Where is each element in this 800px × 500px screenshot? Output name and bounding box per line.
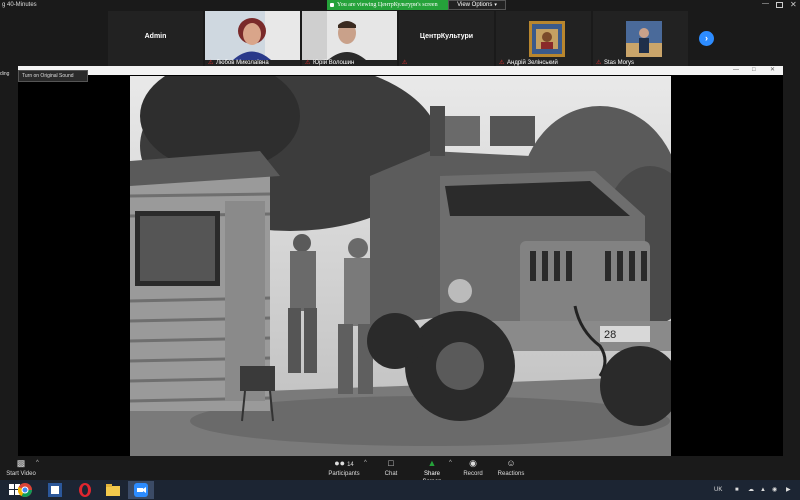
participant-tile[interactable]: ⚠ Stas Morys bbox=[593, 11, 688, 67]
participants-count: 14 bbox=[347, 462, 354, 468]
participant-video bbox=[302, 11, 397, 60]
share-screen-button[interactable]: ▲ Share Screen bbox=[414, 457, 450, 485]
participant-tile[interactable]: Admin bbox=[108, 11, 203, 67]
shared-photo: 2 28 bbox=[130, 76, 671, 456]
record-label: Record bbox=[463, 471, 483, 477]
start-video-button[interactable]: ▩ Start Video bbox=[4, 457, 38, 479]
share-screen-icon: ▲ bbox=[427, 458, 437, 468]
reactions-label: Reactions bbox=[497, 471, 525, 477]
participant-name: Admin bbox=[144, 33, 167, 40]
participant-tile[interactable]: ⚠ Андрій Зелінський bbox=[496, 11, 591, 67]
participant-avatar bbox=[626, 21, 662, 57]
view-options-label: View Options bbox=[457, 2, 493, 8]
meeting-timer: g 40-Minutes bbox=[2, 2, 37, 8]
record-icon: ◉ bbox=[469, 458, 477, 468]
participants-options-caret-icon[interactable]: ^ bbox=[364, 460, 367, 466]
volume-icon[interactable]: ▶ bbox=[786, 483, 791, 497]
shared-restore-icon: □ bbox=[752, 67, 756, 73]
participant-strip: Admin ⚠ Любов Миколаївна ⚠ Юрій Волошин … bbox=[0, 10, 800, 68]
participant-avatar bbox=[529, 21, 565, 57]
shared-window-titlebar: — □ ✕ bbox=[18, 66, 783, 75]
share-indicator-icon bbox=[330, 3, 334, 7]
participants-button[interactable]: ●● 14 Participants bbox=[326, 457, 362, 479]
muted-mic-icon: ⚠ bbox=[402, 60, 408, 66]
video-off-icon: ▩ bbox=[16, 458, 26, 468]
reactions-button[interactable]: ☺ Reactions bbox=[496, 457, 526, 479]
cloud-icon[interactable]: ☁ bbox=[748, 483, 754, 497]
recording-label: ding bbox=[0, 71, 10, 77]
meeting-toolbar: ▩ Start Video ^ ●● 14 Participants ^ □ Ch… bbox=[0, 456, 800, 485]
zoom-app-icon[interactable] bbox=[128, 481, 154, 499]
original-sound-button[interactable]: Turn on Original Sound bbox=[18, 70, 88, 82]
shared-close-icon: ✕ bbox=[770, 67, 776, 73]
close-icon[interactable]: ✕ bbox=[790, 0, 798, 10]
os-taskbar: UK ■ ☁ ▲ ◉ ▶ bbox=[0, 480, 800, 500]
participant-tile[interactable]: ⚠ Юрій Волошин bbox=[302, 11, 397, 67]
opera-icon[interactable] bbox=[72, 481, 98, 499]
wifi-icon[interactable]: ◉ bbox=[772, 483, 777, 497]
license-plate: 28 bbox=[604, 329, 616, 341]
reactions-icon: ☺ bbox=[506, 458, 516, 468]
chrome-icon[interactable] bbox=[12, 481, 38, 499]
participant-tile[interactable]: ЦентрКультури ⚠ bbox=[399, 11, 494, 67]
record-button[interactable]: ◉ Record bbox=[460, 457, 486, 479]
chat-label: Chat bbox=[384, 471, 398, 477]
military-truck-photo: 2 28 bbox=[130, 76, 671, 456]
language-indicator[interactable]: UK bbox=[714, 483, 722, 497]
shared-minimize-icon: — bbox=[733, 67, 739, 73]
start-video-label: Start Video bbox=[6, 471, 36, 477]
share-options-caret-icon[interactable]: ^ bbox=[449, 460, 452, 466]
video-options-caret-icon[interactable]: ^ bbox=[36, 460, 39, 466]
participant-video bbox=[205, 11, 300, 60]
participant-tile[interactable]: ⚠ Любов Миколаївна bbox=[205, 11, 300, 67]
participants-icon: ●● 14 bbox=[334, 458, 354, 468]
viewing-screen-banner: You are viewing ЦентрКультури's screen bbox=[327, 0, 448, 10]
file-explorer-icon[interactable] bbox=[100, 481, 126, 499]
next-page-arrow-icon[interactable]: › bbox=[699, 31, 714, 46]
top-bar: g 40-Minutes You are viewing ЦентрКульту… bbox=[0, 0, 800, 10]
word-icon[interactable] bbox=[42, 481, 68, 499]
chevron-down-icon: ▾ bbox=[494, 2, 497, 8]
chat-button[interactable]: □ Chat bbox=[380, 457, 402, 479]
minimize-icon[interactable]: — bbox=[762, 0, 770, 10]
viewing-screen-text: You are viewing ЦентрКультури's screen bbox=[337, 2, 438, 8]
restore-icon[interactable] bbox=[776, 2, 783, 8]
participants-label: Participants bbox=[328, 471, 360, 477]
zoom-window: g 40-Minutes You are viewing ЦентрКульту… bbox=[0, 0, 800, 500]
chat-icon: □ bbox=[388, 458, 394, 468]
network-icon[interactable]: ■ bbox=[735, 483, 739, 497]
shield-icon[interactable]: ▲ bbox=[760, 483, 766, 497]
participant-name: ЦентрКультури bbox=[419, 33, 474, 40]
view-options-button[interactable]: View Options ▾ bbox=[448, 0, 506, 10]
